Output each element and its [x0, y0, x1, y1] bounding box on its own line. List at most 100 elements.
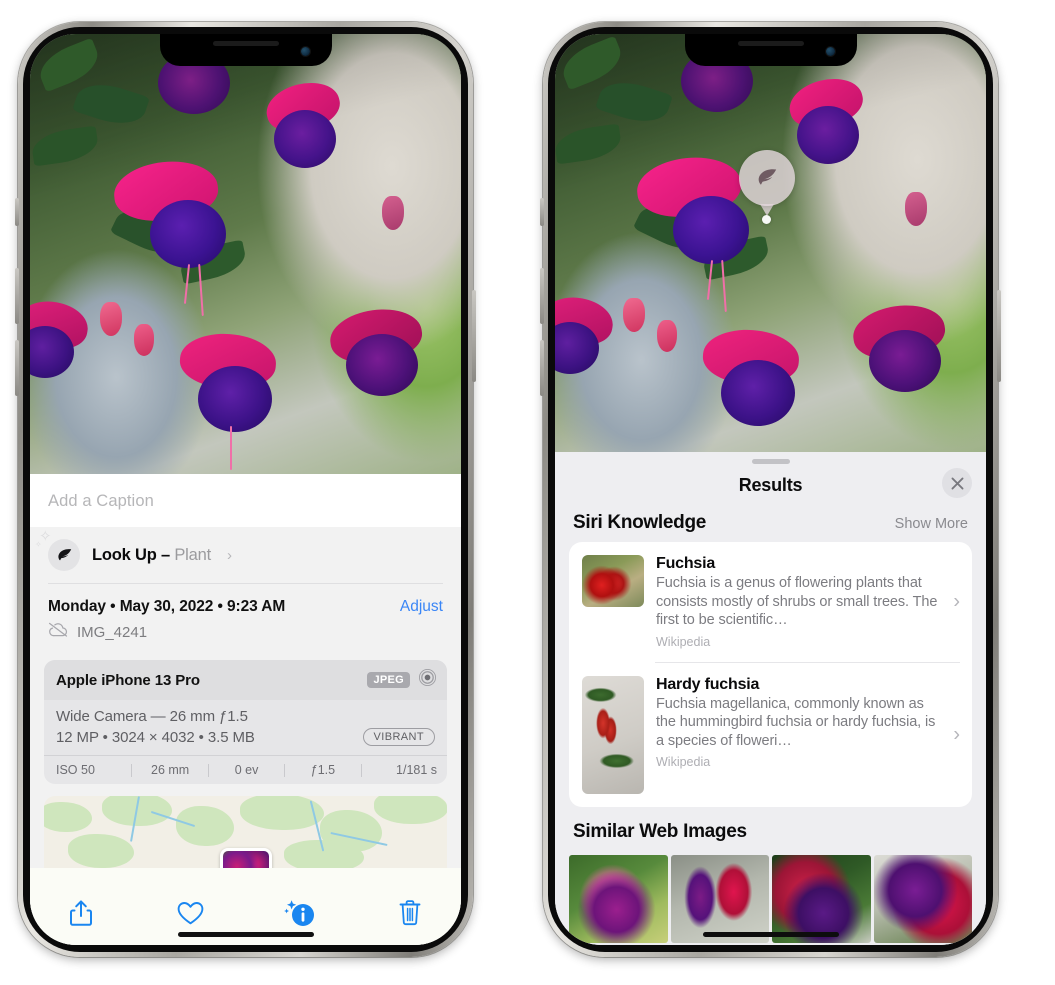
visual-look-up-leaf-icon[interactable]: [739, 150, 795, 206]
lens-description: Wide Camera — 26 mm ƒ1.5: [56, 708, 248, 725]
photo-viewer[interactable]: [30, 34, 461, 474]
volume-up-button[interactable]: [15, 268, 19, 324]
leaf-icon: ✧ ✧: [35, 529, 80, 571]
share-icon[interactable]: [64, 896, 98, 930]
similar-web-images-row: [555, 854, 986, 943]
web-image-thumbnail[interactable]: [569, 854, 668, 943]
exif-iso: ISO 50: [56, 763, 95, 777]
left-phone-mockup: Add a Caption ✧ ✧ Look Up – Plant › Mond…: [15, 22, 476, 957]
metadata-block: Monday • May 30, 2022 • 9:23 AM Adjust I…: [30, 584, 461, 648]
photo-bud: [382, 196, 404, 230]
look-up-row[interactable]: ✧ ✧ Look Up – Plant ›: [30, 527, 461, 583]
right-phone-screen: Results Siri Knowledge Show More Fuchsia…: [555, 34, 986, 945]
photo-blossom: [673, 196, 749, 264]
exif-exposure-value: 0 ev: [234, 763, 259, 777]
volume-down-button[interactable]: [15, 340, 19, 396]
photo-blossom: [274, 110, 336, 168]
silent-switch[interactable]: [15, 198, 19, 226]
cloud-slash-icon: [48, 622, 68, 642]
volume-down-button[interactable]: [540, 340, 544, 396]
show-more-button[interactable]: Show More: [895, 516, 968, 532]
knowledge-description: Fuchsia is a genus of flowering plants t…: [656, 575, 938, 629]
visual-look-up-anchor-dot: [762, 215, 771, 224]
photographic-style-badge: VIBRANT: [362, 728, 435, 746]
results-sheet: Results Siri Knowledge Show More Fuchsia…: [555, 452, 986, 945]
photo-stamen: [230, 426, 232, 470]
home-indicator[interactable]: [702, 932, 839, 937]
photo-info-sheet: Add a Caption ✧ ✧ Look Up – Plant › Mond…: [30, 474, 461, 945]
power-button[interactable]: [997, 290, 1001, 382]
photo-filename: IMG_4241: [77, 623, 148, 641]
aperture-icon: [418, 668, 437, 692]
home-indicator[interactable]: [177, 932, 314, 937]
format-badge: JPEG: [367, 672, 410, 688]
knowledge-description: Fuchsia magellanica, commonly known as t…: [656, 695, 936, 749]
list-item[interactable]: Hardy fuchsia Fuchsia magellanica, commo…: [569, 663, 972, 807]
knowledge-title: Hardy fuchsia: [656, 675, 760, 693]
look-up-title: Look Up: [92, 545, 157, 564]
camera-info-card: Apple iPhone 13 Pro JPEG Wide Camera — 2…: [44, 660, 447, 785]
knowledge-thumbnail: [582, 675, 644, 794]
image-specs: 12 MP • 3024 × 4032 • 3.5 MB: [56, 728, 255, 746]
knowledge-source: Wikipedia: [656, 755, 711, 770]
volume-up-button[interactable]: [540, 268, 544, 324]
photo-viewer[interactable]: [555, 34, 986, 452]
sparkle-icon-small: ✧: [35, 540, 42, 549]
photo-blossom: [797, 106, 859, 164]
screenshot-stage: Add a Caption ✧ ✧ Look Up – Plant › Mond…: [0, 0, 1055, 985]
adjust-button[interactable]: Adjust: [400, 598, 443, 616]
caption-field[interactable]: Add a Caption: [30, 474, 461, 527]
power-button[interactable]: [472, 290, 476, 382]
knowledge-title: Fuchsia: [656, 555, 716, 572]
left-phone-screen: Add a Caption ✧ ✧ Look Up – Plant › Mond…: [30, 34, 461, 945]
location-map[interactable]: [44, 796, 447, 868]
web-image-thumbnail[interactable]: [772, 854, 871, 943]
similar-web-images-title: Similar Web Images: [573, 820, 747, 842]
camera-model: Apple iPhone 13 Pro: [56, 671, 200, 689]
photo-bud: [657, 320, 677, 352]
web-image-thumbnail[interactable]: [873, 854, 972, 943]
map-pin-thumbnail: [222, 851, 269, 868]
map-photo-pin[interactable]: [219, 848, 272, 868]
look-up-kind: Plant: [174, 545, 211, 564]
front-camera: [300, 47, 310, 56]
earpiece-speaker: [212, 41, 279, 46]
map-green-area: [68, 834, 134, 868]
siri-knowledge-header: Siri Knowledge Show More: [555, 506, 986, 542]
look-up-dash: –: [156, 545, 175, 564]
photo-blossom: [198, 366, 272, 432]
camera-card-header: Apple iPhone 13 Pro JPEG: [44, 660, 447, 700]
front-camera: [825, 47, 835, 56]
photo-blossom: [869, 330, 941, 392]
photo-bud: [100, 302, 122, 336]
map-green-area: [374, 796, 447, 825]
earpiece-speaker: [737, 41, 804, 46]
photo-bud: [134, 324, 154, 356]
close-icon[interactable]: [942, 468, 972, 498]
photo-blossom: [150, 200, 226, 268]
trash-icon[interactable]: [393, 896, 427, 930]
chevron-right-icon: ›: [953, 590, 960, 613]
exif-focal-length: 26 mm: [151, 763, 190, 777]
right-phone-mockup: Results Siri Knowledge Show More Fuchsia…: [540, 22, 1001, 957]
knowledge-source: Wikipedia: [656, 634, 711, 649]
map-green-area: [176, 806, 234, 847]
silent-switch[interactable]: [540, 198, 544, 226]
web-image-thumbnail[interactable]: [670, 854, 769, 943]
knowledge-thumbnail: [582, 555, 644, 607]
siri-knowledge-title: Siri Knowledge: [573, 512, 707, 533]
exif-shutter-speed: 1/181 s: [396, 763, 438, 777]
info-sparkle-icon[interactable]: [283, 896, 317, 930]
photo-blossom: [346, 334, 418, 396]
notch: [159, 34, 332, 66]
look-up-label: Look Up – Plant: [92, 546, 211, 565]
similar-web-images-header: Similar Web Images: [555, 807, 986, 849]
heart-icon[interactable]: [174, 896, 208, 930]
exif-aperture: ƒ1.5: [310, 763, 336, 777]
chevron-right-icon: ›: [953, 723, 960, 746]
photo-date: Monday • May 30, 2022 • 9:23 AM: [48, 598, 286, 615]
photo-bud: [905, 192, 927, 226]
photo-bud: [623, 298, 645, 332]
camera-card-body: Wide Camera — 26 mm ƒ1.5 12 MP • 3024 × …: [44, 700, 447, 755]
list-item[interactable]: Fuchsia Fuchsia is a genus of flowering …: [569, 542, 972, 662]
